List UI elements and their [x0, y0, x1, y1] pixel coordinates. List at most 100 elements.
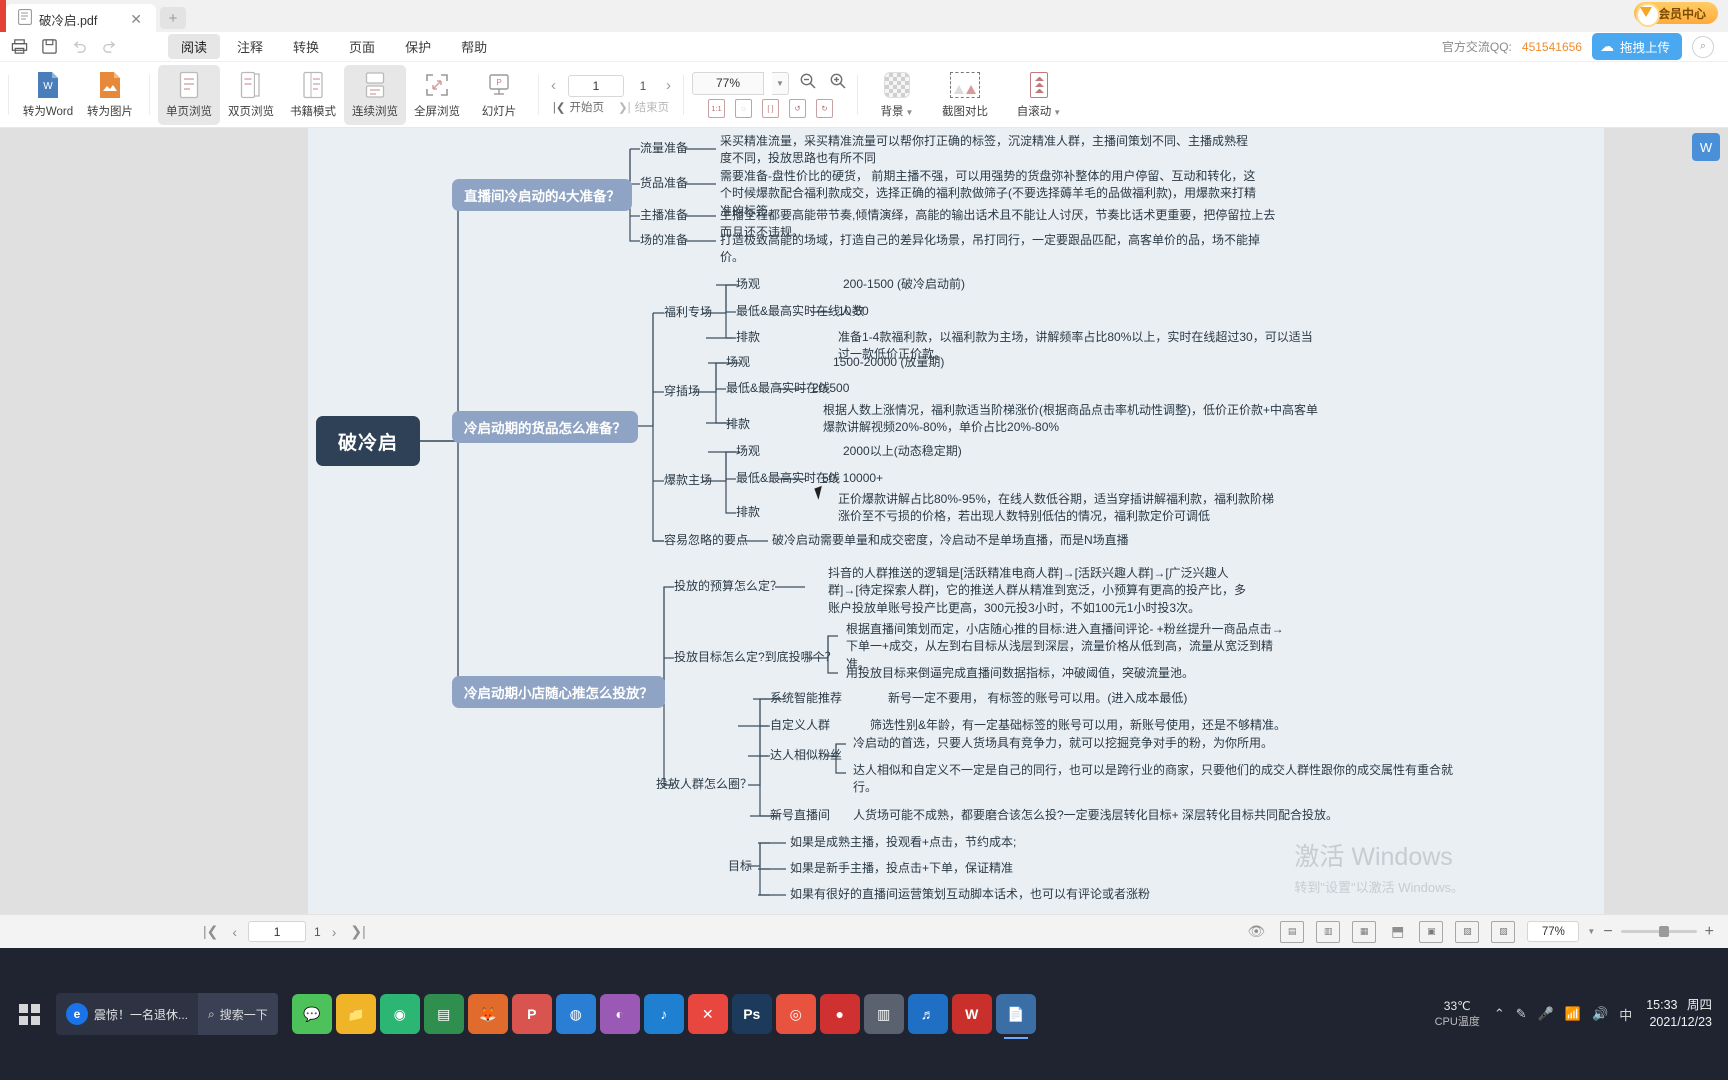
go-first-page-button[interactable]: |❮ 开始页	[553, 99, 604, 115]
grid-view-icon[interactable]: ▧	[1455, 920, 1480, 943]
network-icon[interactable]: 📶	[1565, 1006, 1581, 1022]
double-page-view-icon[interactable]: ▥	[1316, 920, 1341, 943]
print-icon[interactable]	[6, 35, 32, 59]
input-method-icon[interactable]: 中	[1619, 1005, 1632, 1024]
taskbar-app-music[interactable]: ♪	[643, 994, 684, 1034]
autoscroll-button[interactable]: 自滚动 ▼	[1002, 65, 1076, 125]
pdf-page[interactable]: 破冷启 直播间冷启动的4大准备？ 流量准备 采买精准流量，采买精准流量可以帮你打…	[308, 128, 1604, 914]
taskbar-app-wechat[interactable]: 💬	[291, 994, 332, 1034]
status-zoom-input[interactable]: 77%	[1527, 921, 1580, 942]
eye-protect-icon[interactable]: 👁	[1244, 923, 1268, 940]
previous-page-icon[interactable]: ‹	[229, 924, 240, 940]
menu-item-convert[interactable]: 转换	[280, 34, 332, 59]
continuous-view-icon[interactable]: ▦	[1352, 920, 1377, 943]
chevron-up-icon[interactable]: ⌃	[1494, 1006, 1505, 1022]
page-jump-row: |❮ 开始页 ❯| 结束页	[553, 99, 669, 115]
cpu-temperature-widget[interactable]: 33℃ CPU温度	[1435, 998, 1480, 1029]
zoom-out-icon[interactable]: −	[1603, 923, 1612, 941]
vip-center-button[interactable]: 会员中心	[1633, 2, 1718, 27]
screenshot-compare-button[interactable]: 截图对比	[928, 65, 1002, 125]
view-single-page-button[interactable]: 单页浏览	[158, 64, 220, 125]
word-convert-side-button[interactable]: W	[1692, 133, 1720, 161]
actual-size-icon[interactable]: 1:1	[708, 98, 725, 118]
clock-date: 2021/12/23	[1649, 1015, 1712, 1029]
taskbar-clock[interactable]: 15:33 周四 2021/12/23	[1646, 997, 1712, 1032]
menu-item-help[interactable]: 帮助	[448, 34, 500, 59]
taskbar-app-photos[interactable]: ◐	[599, 994, 640, 1034]
view-continuous-button[interactable]: 连续浏览	[344, 64, 406, 125]
new-tab-button[interactable]: +	[160, 7, 186, 29]
previous-page-icon[interactable]: ‹	[547, 77, 560, 94]
zoom-group: 77% ▼ 1:1 ◌ [ ] ↺ ↻	[692, 71, 849, 118]
next-page-icon[interactable]: ›	[329, 924, 340, 940]
convert-to-image-button[interactable]: 转为图片	[79, 65, 141, 125]
taskbar-app-firefox[interactable]: 🦊	[467, 994, 508, 1034]
view-book-mode-button[interactable]: 书籍模式	[282, 65, 344, 125]
taskbar-app-wps-pdf[interactable]: 📄	[995, 994, 1036, 1039]
single-page-view-icon[interactable]: ▤	[1280, 920, 1305, 943]
rotate-left-icon[interactable]: ↺	[789, 98, 806, 118]
menu-item-annotate[interactable]: 注释	[224, 34, 276, 59]
zoom-in-icon[interactable]: +	[1705, 923, 1714, 941]
mindmap-branch-2-label: 冷启动期的货品怎么准备？	[464, 421, 626, 436]
menu-item-read[interactable]: 阅读	[168, 34, 221, 59]
fit-view-icon[interactable]: ▨	[1491, 920, 1516, 943]
view-double-page-button[interactable]: 双页浏览	[220, 65, 282, 125]
rotate-right-icon[interactable]: ↻	[816, 98, 833, 118]
taskbar-app-photoshop[interactable]: Ps	[731, 994, 772, 1034]
reflow-icon[interactable]: ⬒	[1388, 923, 1407, 940]
taskbar-app-explorer[interactable]: 📁	[335, 994, 376, 1034]
chevron-down-icon[interactable]: ▼	[1053, 108, 1061, 117]
taskbar-app-terminal[interactable]: ▤	[423, 994, 464, 1034]
taskbar-app-pdf[interactable]: P	[511, 994, 552, 1034]
status-page-input[interactable]: 1	[248, 921, 307, 942]
undo-icon[interactable]	[66, 35, 92, 59]
first-page-icon[interactable]: |❮	[200, 923, 221, 940]
go-last-page-button[interactable]: ❯| 结束页	[618, 99, 669, 115]
zoom-slider[interactable]	[1620, 926, 1697, 937]
volume-icon[interactable]: 🔊	[1592, 1006, 1608, 1022]
view-fullscreen-button[interactable]: 全屏浏览	[406, 65, 468, 125]
save-icon[interactable]	[36, 35, 62, 59]
zoom-in-icon[interactable]	[827, 72, 849, 95]
view-slideshow-button[interactable]: P 幻灯片	[468, 65, 530, 125]
search-button[interactable]: ⌕ 搜索一下	[198, 993, 278, 1035]
last-page-icon[interactable]: ❯|	[347, 923, 368, 940]
fit-page-icon[interactable]: ◌	[735, 98, 752, 118]
zoom-value-input[interactable]: 77%	[692, 71, 764, 95]
taskbar-app-recorder[interactable]: ●	[819, 994, 860, 1034]
chevron-down-icon[interactable]: ▼	[906, 108, 914, 117]
taskbar-search-widget[interactable]: e 震惊！一名退休... ⌕ 搜索一下	[56, 993, 278, 1035]
taskbar-app-edge[interactable]: ◍	[555, 994, 596, 1034]
close-icon[interactable]: ✕	[124, 11, 148, 28]
news-widget[interactable]: e 震惊！一名退休...	[56, 1003, 198, 1025]
chevron-down-icon[interactable]: ▼	[772, 71, 789, 95]
taskbar-app-xmind[interactable]: ✕	[687, 994, 728, 1034]
taskbar-app-notes[interactable]: ▥	[863, 994, 904, 1034]
fit-width-icon[interactable]: [ ]	[762, 98, 779, 118]
thumbnail-view-icon[interactable]: ▣	[1419, 920, 1444, 943]
microphone-icon[interactable]: 🎤	[1538, 1006, 1554, 1022]
taskbar-app-chrome[interactable]: ◎	[775, 994, 816, 1034]
convert-to-word-button[interactable]: W 转为Word	[17, 65, 79, 125]
mindmap-node-label: 主播准备	[640, 208, 689, 222]
menu-item-protect[interactable]: 保护	[392, 34, 444, 59]
taskbar-app-browser[interactable]: ◉	[379, 994, 420, 1034]
menu-item-page[interactable]: 页面	[336, 34, 388, 59]
zoom-out-icon[interactable]	[797, 72, 819, 95]
search-icon[interactable]: ⌕	[1692, 35, 1714, 58]
start-button[interactable]	[6, 991, 52, 1037]
page-number-input[interactable]: 1	[568, 74, 624, 97]
taskbar-app-kugou[interactable]: ♬	[907, 994, 948, 1034]
drag-upload-button[interactable]: ☁ 拖拽上传	[1591, 33, 1682, 60]
pen-icon[interactable]: ✎	[1516, 1006, 1527, 1022]
taskbar-app-wps-red[interactable]: W	[951, 994, 992, 1034]
view-slideshow-label: 幻灯片	[481, 106, 517, 118]
redo-icon[interactable]	[96, 35, 122, 59]
next-page-icon[interactable]: ›	[662, 77, 675, 94]
document-tab[interactable]: 破冷启.pdf ✕	[6, 4, 156, 34]
document-viewport[interactable]: 破冷启 直播间冷启动的4大准备？ 流量准备 采买精准流量，采买精准流量可以帮你打…	[0, 128, 1728, 914]
chevron-down-icon[interactable]: ▼	[1587, 927, 1595, 936]
background-button[interactable]: 背景 ▼	[866, 65, 928, 125]
mindmap-root-label: 破冷启	[337, 432, 398, 454]
